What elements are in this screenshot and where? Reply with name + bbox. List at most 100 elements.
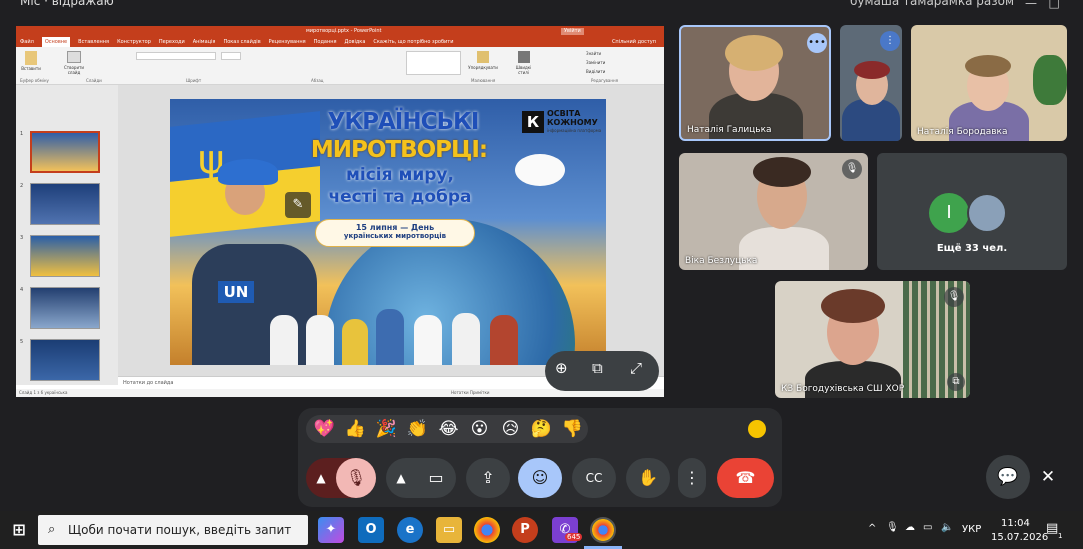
arrange-button[interactable]: Упорядкувати (468, 51, 498, 70)
language-indicator[interactable]: УКР (962, 524, 981, 535)
thumbs-up-emoji-button[interactable]: 👍 (343, 419, 368, 439)
share-view-controls: ⊕ ⧉ ⤢ (545, 351, 659, 391)
laser-pointer-icon[interactable]: ✎ (285, 192, 311, 218)
party-emoji-button[interactable]: 🎉 (374, 419, 399, 439)
chat-button[interactable]: 💬 (986, 455, 1030, 499)
tab-view[interactable]: Подання (314, 37, 337, 47)
participant-tile-6[interactable]: 🎙 ⧉ КЗ Богодухівська СШ ХОР (775, 281, 970, 398)
more-options-icon[interactable]: ••• (807, 33, 827, 53)
powerpoint-icon[interactable]: P (512, 517, 538, 543)
select-button[interactable]: Виділити (586, 69, 605, 74)
sad-emoji-button[interactable]: 😥 (498, 419, 523, 439)
outlook-icon[interactable]: O (358, 517, 384, 543)
slide-thumbnail-1[interactable] (30, 131, 100, 173)
more-options-button[interactable]: ⋮ (678, 458, 706, 498)
pin-icon[interactable]: ⧉ (947, 373, 965, 391)
date-line1: 15 липня — День (355, 223, 435, 232)
group-clipboard: Буфер обміну (20, 78, 49, 83)
person-hair (821, 289, 885, 323)
person-hair (725, 35, 783, 71)
chrome-icon[interactable] (474, 517, 500, 543)
participant-tile-3[interactable]: Наталія Бородавка (911, 25, 1067, 141)
clock-time[interactable]: 11:04 (1001, 518, 1030, 529)
windows-start-icon[interactable]: ⊞ (6, 517, 32, 543)
window-title: Міс · відражаю (20, 0, 114, 8)
edge-icon[interactable]: e (397, 517, 423, 543)
onedrive-icon[interactable]: ☁ (905, 522, 915, 533)
share-button[interactable]: Спільний доступ (612, 37, 656, 47)
reactions-button[interactable]: ☺ (518, 458, 562, 498)
mic-options-chevron-icon[interactable]: ▲ (306, 458, 336, 498)
mic-off-button[interactable]: 🎙 (336, 458, 376, 498)
tray-chevron-icon[interactable]: ^ (868, 523, 876, 534)
slide-subtitle-line1: місія миру, (346, 165, 454, 185)
skin-tone-button[interactable] (748, 420, 766, 438)
open-in-new-icon[interactable]: ⧉ (592, 359, 603, 377)
logo-icon: К (522, 111, 544, 133)
new-slide-button[interactable]: Створити слайд (60, 51, 88, 75)
captions-button[interactable]: CC (572, 458, 616, 498)
notifications-icon[interactable]: ▤ (1046, 521, 1058, 536)
chrome-active-icon[interactable] (590, 517, 616, 543)
thumb-number: 4 (20, 287, 24, 293)
leave-call-button[interactable]: ☎ (717, 458, 774, 498)
camera-options-chevron-icon[interactable]: ▲ (386, 458, 416, 498)
volume-icon[interactable]: 🔈 (941, 522, 953, 533)
tab-review[interactable]: Рецензування (269, 37, 306, 47)
date-banner: 15 липня — День українських миротворців (315, 219, 475, 247)
zoom-icon[interactable]: ⊕ (555, 359, 568, 377)
thinking-emoji-button[interactable]: 🤔 (529, 419, 554, 439)
tab-home[interactable]: Основне (41, 37, 71, 47)
network-icon[interactable]: ▭ (923, 522, 932, 533)
replace-button[interactable]: Замінити (586, 60, 605, 65)
camera-control: ▲ ▭ (386, 458, 456, 498)
taskbar-search-input[interactable]: ⌕ Щоби почати пошук, введіть запит тут (38, 515, 308, 545)
participant-tile-1[interactable]: ••• Наталія Галицька (679, 25, 831, 141)
paste-button[interactable]: Вставити (20, 51, 42, 71)
tell-me-search[interactable]: Скажіть, що потрібно зробити (373, 37, 453, 47)
tab-transitions[interactable]: Переходи (159, 37, 185, 47)
tab-design[interactable]: Конструктор (117, 37, 151, 47)
copilot-icon[interactable]: ✦ (318, 517, 344, 543)
tab-help[interactable]: Довідка (345, 37, 366, 47)
quick-styles-button[interactable]: Швидкі стилі (511, 51, 536, 75)
raise-hand-button[interactable]: ✋ (626, 458, 670, 498)
speaking-indicator-icon: ⋮ (880, 31, 900, 51)
tab-file[interactable]: Файл (20, 37, 34, 47)
fullscreen-icon[interactable]: ⤢ (630, 359, 642, 377)
shapes-gallery[interactable] (406, 51, 461, 75)
current-slide: ψ UN УКРАЇНСЬКІ МИРОТВОРЦІ: місія миру, … (170, 99, 606, 365)
activities-button[interactable]: ✕ (1026, 455, 1070, 499)
tab-animations[interactable]: Анімація (193, 37, 216, 47)
slide-thumbnail-5[interactable] (30, 339, 100, 381)
present-screen-button[interactable]: ⇪ (466, 458, 510, 498)
more-participants-tile[interactable]: I Ещё 33 чел. (877, 153, 1067, 270)
surprised-emoji-button[interactable]: 😮 (467, 419, 492, 439)
slide-thumbnail-3[interactable] (30, 235, 100, 277)
slide-thumbnail-4[interactable] (30, 287, 100, 329)
file-explorer-icon[interactable]: ▭ (436, 517, 462, 543)
emoji-row: 💖 👍 🎉 👏 😂 😮 😥 🤔 👎 (306, 415, 588, 443)
find-button[interactable]: Знайти (586, 51, 601, 56)
signin-button[interactable]: Увійти (561, 28, 584, 35)
font-name-box[interactable] (136, 52, 216, 60)
heart-emoji-button[interactable]: 💖 (312, 419, 337, 439)
tab-insert[interactable]: Вставлення (78, 37, 109, 47)
participant-tile-2[interactable]: ⋮ (840, 25, 902, 141)
thumbs-down-emoji-button[interactable]: 👎 (560, 419, 585, 439)
tab-slideshow[interactable]: Показ слайдів (223, 37, 260, 47)
un-badge: UN (218, 281, 254, 303)
clap-emoji-button[interactable]: 👏 (405, 419, 430, 439)
camera-button[interactable]: ▭ (416, 458, 456, 498)
font-size-box[interactable] (221, 52, 241, 60)
notification-count: 1 (1058, 532, 1063, 540)
more-participants-label: Ещё 33 чел. (936, 243, 1008, 254)
participant-tile-4[interactable]: 🎙 Віка Безлуцька (679, 153, 868, 270)
meet-top-bar: Міс · відражаю бумаша тамарамка разом — … (0, 0, 1083, 20)
laugh-emoji-button[interactable]: 😂 (436, 419, 461, 439)
group-font: Шрифт (186, 78, 202, 83)
slide-thumbnail-2[interactable] (30, 183, 100, 225)
clock-date[interactable]: 15.07.2026 (991, 532, 1048, 543)
microphone-tray-icon[interactable]: 🎙 (886, 522, 899, 533)
window-controls[interactable]: — □ (1025, 0, 1060, 10)
